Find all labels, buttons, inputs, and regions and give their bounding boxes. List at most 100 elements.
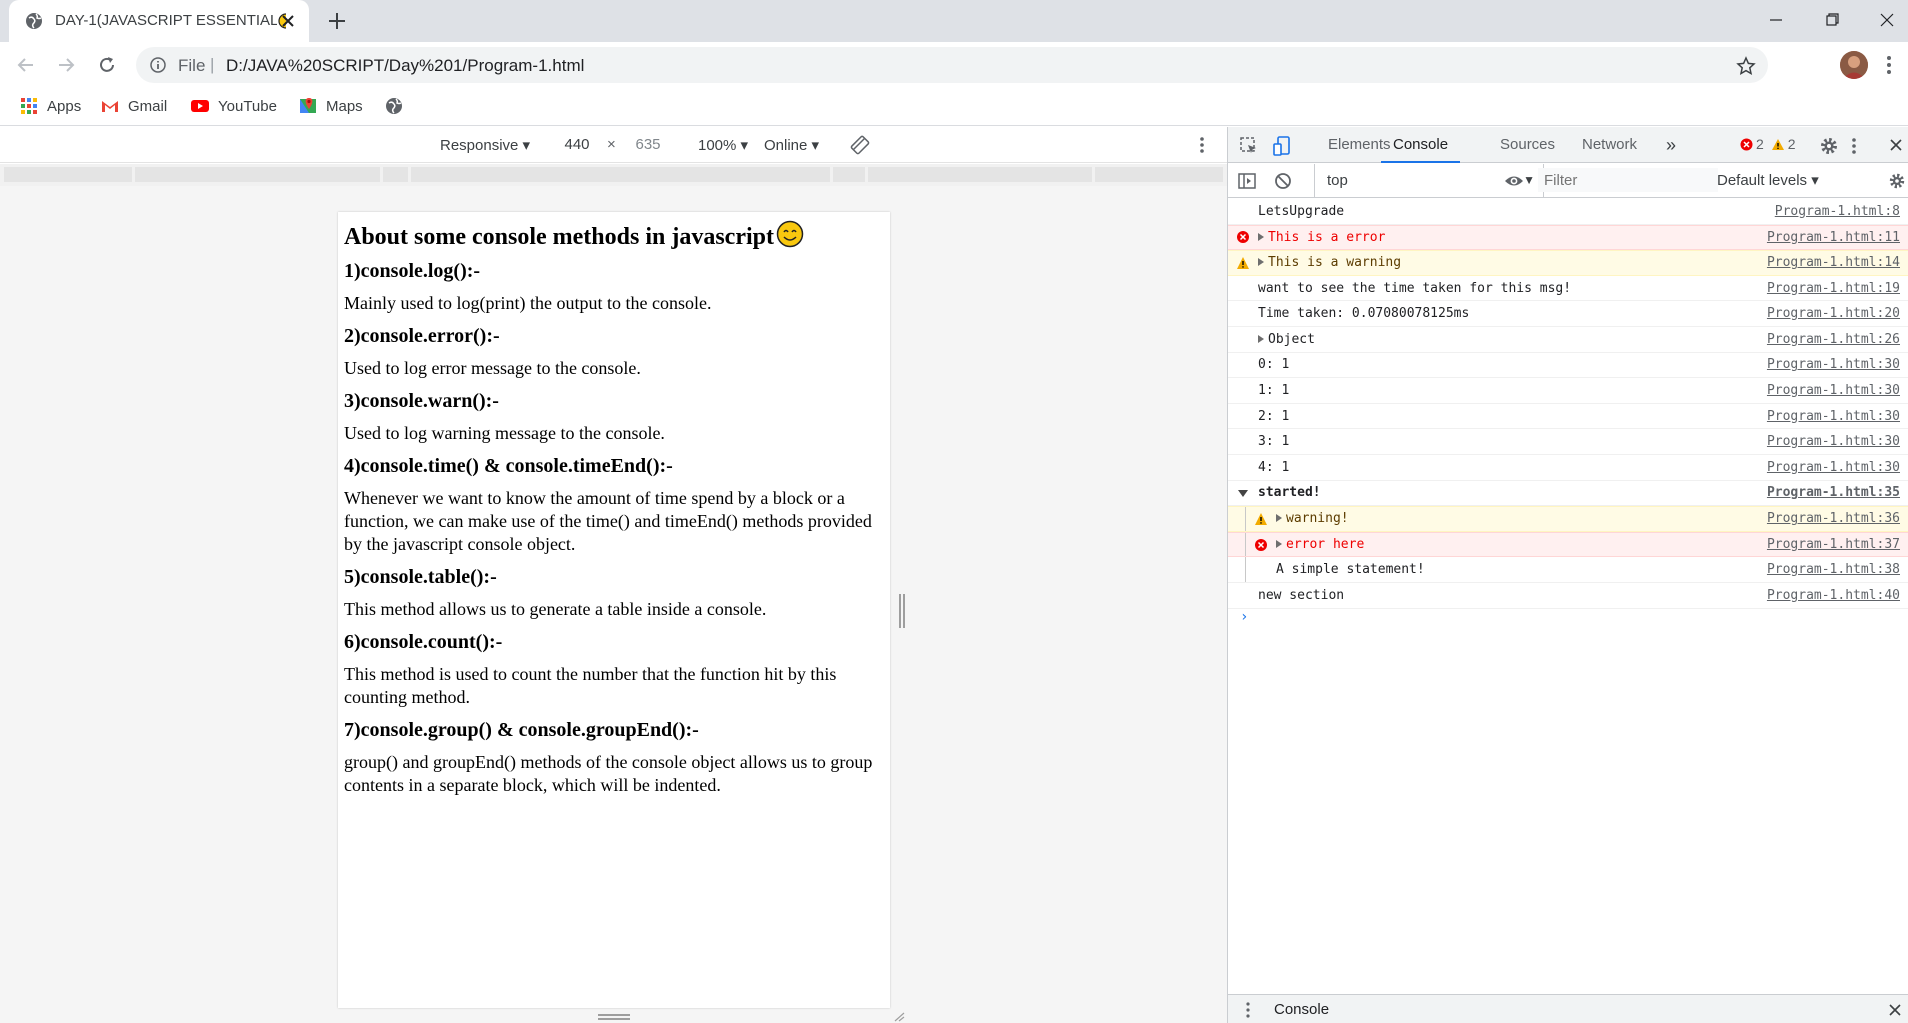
console-message-log[interactable]: Time taken: 0.07080078125ms Program-1.htm… (1228, 301, 1908, 327)
window-close-icon[interactable] (1873, 8, 1901, 32)
tab-sources[interactable]: Sources (1500, 127, 1555, 163)
browser-tab[interactable]: DAY-1(JAVASCRIPT ESSENTIALS) (9, 0, 309, 42)
forward-arrow-icon[interactable] (54, 53, 78, 77)
expand-triangle-icon[interactable] (1276, 514, 1282, 523)
console-message-error[interactable]: This is a error Program-1.html:11 (1228, 224, 1908, 251)
dimension-separator: × (607, 136, 616, 153)
console-message-content: 0: 1 (1258, 357, 1290, 373)
close-drawer-icon[interactable] (1888, 1003, 1902, 1017)
profile-avatar[interactable] (1840, 51, 1868, 79)
resize-handle-right[interactable] (899, 594, 905, 628)
bookmark-youtube[interactable]: YouTube (191, 94, 277, 118)
console-message-group[interactable]: started! Program-1.html:35 (1228, 481, 1908, 507)
zoom-select[interactable]: 100% ▾ (698, 136, 748, 154)
network-throttle-select[interactable]: Online ▾ (764, 136, 819, 154)
error-icon (1255, 538, 1267, 551)
bookmark-label: Gmail (128, 97, 168, 115)
source-link[interactable]: Program-1.html:35 (1767, 485, 1900, 500)
console-prompt-row[interactable]: › (1228, 609, 1908, 633)
network-label: Online (764, 137, 808, 154)
clear-console-icon[interactable] (1274, 172, 1292, 190)
close-tab-icon[interactable] (279, 12, 297, 30)
url-text[interactable]: D:/JAVA%20SCRIPT/Day%201/Program-1.html (226, 56, 584, 76)
drawer-menu-icon[interactable] (1246, 1002, 1250, 1018)
media-query-bar[interactable] (0, 164, 1227, 186)
source-link[interactable]: Program-1.html:8 (1775, 204, 1900, 219)
rotate-icon[interactable] (850, 135, 870, 155)
console-settings-gear-icon[interactable] (1888, 172, 1906, 190)
console-message-log[interactable]: A simple statement! Program-1.html:38 (1228, 557, 1908, 583)
tab-network[interactable]: Network (1582, 127, 1637, 163)
source-link[interactable]: Program-1.html:14 (1767, 255, 1900, 270)
console-filter-input[interactable] (1538, 168, 1718, 192)
console-message-content: 4: 1 (1258, 459, 1290, 475)
source-link[interactable]: Program-1.html:30 (1767, 357, 1900, 372)
source-link[interactable]: Program-1.html:40 (1767, 588, 1900, 603)
expand-triangle-icon[interactable] (1258, 334, 1264, 343)
tab-console[interactable]: Console (1381, 127, 1461, 163)
viewport-height-input[interactable]: 635 (618, 133, 678, 157)
address-bar[interactable]: File | D:/JAVA%20SCRIPT/Day%201/Program-… (136, 47, 1768, 83)
device-mode-select[interactable]: Responsive ▾ (440, 136, 530, 154)
new-tab-icon[interactable] (326, 10, 348, 32)
close-devtools-icon[interactable] (1888, 137, 1904, 153)
source-link[interactable]: Program-1.html:26 (1767, 332, 1900, 347)
globe-icon (26, 13, 42, 29)
source-link[interactable]: Program-1.html:37 (1767, 537, 1900, 552)
resize-corner-icon[interactable] (893, 1012, 905, 1022)
live-expression-eye-icon[interactable] (1504, 172, 1524, 190)
device-toolbar-toggle-icon[interactable] (1272, 136, 1292, 156)
resize-handle-bottom[interactable] (598, 1014, 630, 1020)
back-arrow-icon[interactable] (14, 53, 38, 77)
bookmark-star-icon[interactable] (1736, 56, 1756, 76)
sidebar-toggle-icon[interactable] (1238, 172, 1256, 190)
bookmark-gmail[interactable]: Gmail (101, 94, 167, 118)
zoom-label: 100% (698, 137, 737, 154)
bookmark-apps[interactable]: Apps (20, 94, 81, 118)
restore-icon[interactable] (1818, 8, 1846, 32)
source-link[interactable]: Program-1.html:19 (1767, 281, 1900, 296)
source-link[interactable]: Program-1.html:30 (1767, 434, 1900, 449)
minimize-icon[interactable] (1762, 8, 1790, 32)
source-link[interactable]: Program-1.html:20 (1767, 306, 1900, 321)
drawer-tab-console[interactable]: Console (1274, 1001, 1329, 1018)
console-message-error[interactable]: error here Program-1.html:37 (1228, 531, 1908, 558)
browser-toolbar: File | D:/JAVA%20SCRIPT/Day%201/Program-… (0, 42, 1908, 88)
console-message-log[interactable]: want to see the time taken for this msg!… (1228, 276, 1908, 302)
bookmark-globe[interactable] (385, 94, 412, 118)
settings-gear-icon[interactable] (1819, 136, 1839, 156)
console-message-warn[interactable]: warning! Program-1.html:36 (1228, 506, 1908, 532)
console-message-log[interactable]: 1: 1 Program-1.html:30 (1228, 378, 1908, 404)
console-message-log[interactable]: 0: 1 Program-1.html:30 (1228, 353, 1908, 379)
more-options-icon[interactable] (1199, 136, 1205, 154)
issue-counts[interactable]: 2 2 (1740, 136, 1796, 152)
more-menu-icon[interactable] (1886, 54, 1892, 76)
console-message-log[interactable]: 3: 1 Program-1.html:30 (1228, 429, 1908, 455)
console-message-log[interactable]: 2: 1 Program-1.html:30 (1228, 404, 1908, 430)
bookmark-maps[interactable]: Maps (299, 94, 363, 118)
source-link[interactable]: Program-1.html:30 (1767, 409, 1900, 424)
expand-triangle-icon[interactable] (1258, 232, 1264, 241)
console-message-text: 1: 1 (1258, 383, 1289, 398)
section-title: 4)console.time() & console.timeEnd():- (344, 455, 673, 477)
info-icon[interactable] (150, 57, 166, 73)
group-collapse-triangle-icon[interactable] (1236, 486, 1250, 500)
devtools-menu-icon[interactable] (1851, 136, 1857, 156)
inspect-element-icon[interactable] (1239, 136, 1259, 156)
reload-icon[interactable] (95, 53, 119, 77)
log-levels-select[interactable]: Default levels ▾ (1717, 164, 1819, 197)
source-link[interactable]: Program-1.html:36 (1767, 511, 1900, 526)
source-link[interactable]: Program-1.html:30 (1767, 383, 1900, 398)
source-link[interactable]: Program-1.html:30 (1767, 460, 1900, 475)
console-message-log[interactable]: new section Program-1.html:40 (1228, 583, 1908, 609)
expand-triangle-icon[interactable] (1258, 258, 1264, 267)
viewport-width-input[interactable]: 440 (547, 133, 607, 157)
source-link[interactable]: Program-1.html:38 (1767, 562, 1900, 577)
more-tabs-button[interactable]: » (1666, 127, 1676, 163)
source-link[interactable]: Program-1.html:11 (1767, 230, 1900, 245)
expand-triangle-icon[interactable] (1276, 540, 1282, 549)
console-message-log[interactable]: LetsUpgrade Program-1.html:8 (1228, 199, 1908, 225)
console-message-log[interactable]: Object Program-1.html:26 (1228, 327, 1908, 353)
console-message-warn[interactable]: This is a warning Program-1.html:14 (1228, 250, 1908, 276)
console-message-log[interactable]: 4: 1 Program-1.html:30 (1228, 455, 1908, 481)
